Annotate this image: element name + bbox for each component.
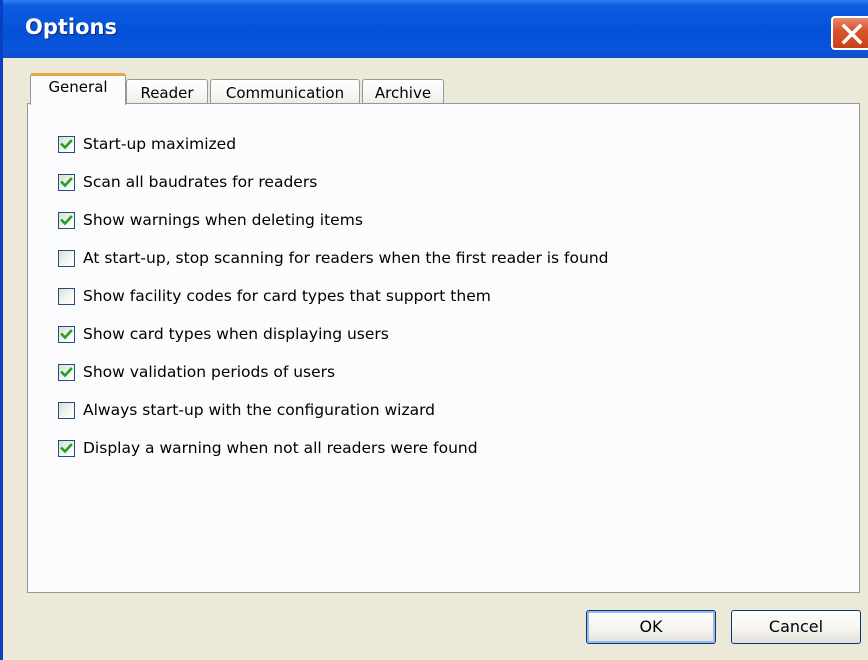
checkmark-icon: [60, 177, 73, 188]
option-checkbox[interactable]: [58, 212, 75, 229]
option-label[interactable]: Always start-up with the configuration w…: [83, 401, 435, 419]
general-tab-panel: Start-up maximized Scan all baudrates for…: [27, 103, 860, 593]
ok-button[interactable]: OK: [586, 610, 716, 644]
title-bar[interactable]: Options: [3, 0, 868, 58]
window-title: Options: [25, 15, 117, 39]
cancel-button-label: Cancel: [768, 617, 824, 636]
option-label[interactable]: Display a warning when not all readers w…: [83, 439, 478, 457]
options-dialog: Options General Reader Communication Arc…: [0, 0, 868, 660]
option-label[interactable]: At start-up, stop scanning for readers w…: [83, 249, 609, 267]
checkmark-icon: [60, 329, 73, 340]
option-checkbox[interactable]: [58, 288, 75, 305]
close-x-icon: [841, 23, 863, 45]
cancel-button[interactable]: Cancel: [731, 610, 861, 644]
checkmark-icon: [60, 215, 73, 226]
option-label[interactable]: Show warnings when deleting items: [83, 211, 363, 229]
option-checkbox[interactable]: [58, 174, 75, 191]
option-checkbox[interactable]: [58, 364, 75, 381]
option-checkbox[interactable]: [58, 402, 75, 419]
tab-general-label: General: [48, 78, 108, 96]
option-checkbox[interactable]: [58, 136, 75, 153]
tab-general[interactable]: General: [30, 73, 126, 105]
checkmark-icon: [60, 443, 73, 454]
tab-archive-label: Archive: [374, 84, 432, 102]
option-checkbox[interactable]: [58, 326, 75, 343]
tab-archive[interactable]: Archive: [362, 79, 444, 104]
close-button[interactable]: [831, 16, 868, 50]
option-label[interactable]: Scan all baudrates for readers: [83, 173, 317, 191]
option-label[interactable]: Show facility codes for card types that …: [83, 287, 491, 305]
tab-reader[interactable]: Reader: [126, 79, 208, 104]
tab-communication[interactable]: Communication: [210, 79, 360, 104]
option-label[interactable]: Show card types when displaying users: [83, 325, 389, 343]
checkmark-icon: [60, 139, 73, 150]
tab-communication-label: Communication: [225, 84, 345, 102]
option-label[interactable]: Show validation periods of users: [83, 363, 335, 381]
checkmark-icon: [60, 367, 73, 378]
option-checkbox[interactable]: [58, 250, 75, 267]
tab-reader-label: Reader: [140, 84, 194, 102]
option-label[interactable]: Start-up maximized: [83, 135, 236, 153]
ok-button-label: OK: [639, 617, 663, 636]
option-checkbox[interactable]: [58, 440, 75, 457]
